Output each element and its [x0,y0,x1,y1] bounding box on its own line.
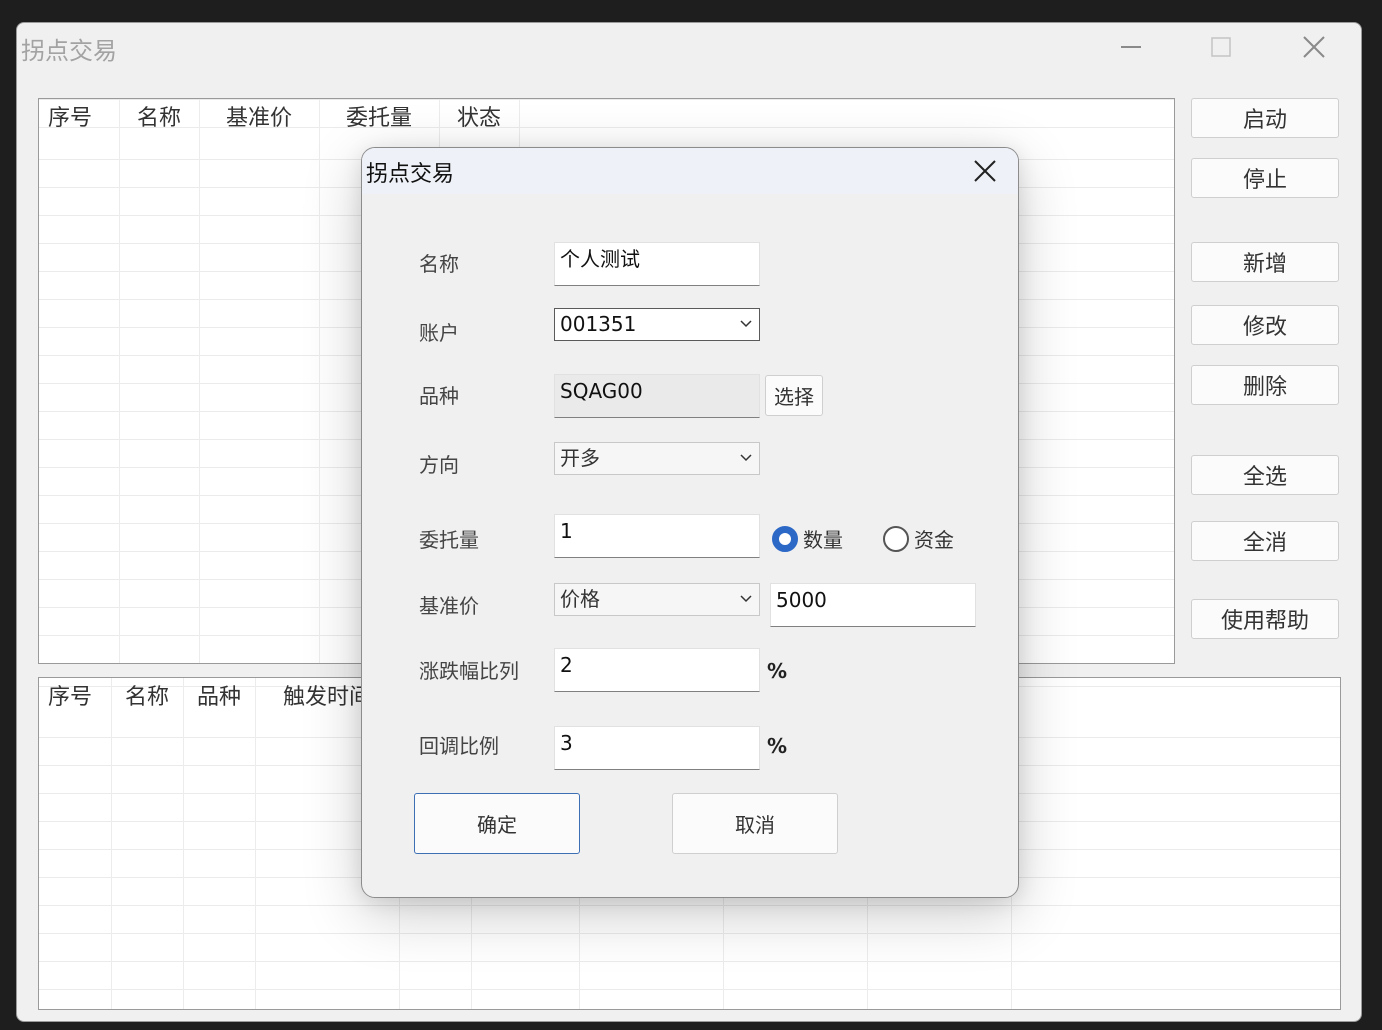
quantity-input[interactable]: 1 [554,514,760,558]
retrace-ratio-unit: % [767,734,788,758]
minimize-icon [1121,46,1141,48]
radio-funds[interactable]: 资金 [883,524,954,553]
base-price-type-value: 价格 [560,587,600,611]
change-ratio-label: 涨跌幅比列 [419,659,519,683]
select-all-button[interactable]: 全选 [1191,455,1339,495]
column-header-name[interactable]: 名称 [119,99,199,132]
retrace-ratio-input[interactable]: 3 [554,726,760,770]
deselect-all-button[interactable]: 全消 [1191,521,1339,561]
name-label: 名称 [419,252,459,276]
name-input[interactable]: 个人测试 [554,242,760,286]
cancel-button[interactable]: 取消 [672,793,838,854]
column-header-index[interactable]: 序号 [39,99,101,132]
base-price-label: 基准价 [419,594,479,618]
column-header-name[interactable]: 名称 [111,678,183,711]
dialog-titlebar: 拐点交易 [362,148,1018,194]
account-select[interactable]: 001351 [554,308,760,341]
close-icon [1303,36,1325,58]
help-button[interactable]: 使用帮助 [1191,599,1339,639]
dialog-title: 拐点交易 [366,162,455,187]
base-price-input[interactable]: 5000 [770,583,976,627]
radio-funds-label: 资金 [914,528,954,552]
radio-quantity-label: 数量 [803,528,843,552]
chevron-down-icon [740,595,752,603]
quantity-label: 委托量 [419,528,479,552]
column-header-index[interactable]: 序号 [39,678,101,711]
radio-selected-icon [772,525,798,552]
direction-label: 方向 [419,453,459,477]
delete-button[interactable]: 删除 [1191,365,1339,405]
symbol-label: 品种 [419,384,459,408]
radio-quantity[interactable]: 数量 [772,524,843,553]
maximize-icon [1211,37,1231,57]
start-button[interactable]: 启动 [1191,98,1339,138]
add-button[interactable]: 新增 [1191,242,1339,282]
retrace-ratio-label: 回调比例 [419,734,499,758]
choose-symbol-button[interactable]: 选择 [765,375,823,416]
direction-select[interactable]: 开多 [554,442,760,475]
chevron-down-icon [740,320,752,328]
direction-value: 开多 [560,446,600,470]
column-header-quantity[interactable]: 委托量 [319,99,439,132]
change-ratio-unit: % [767,659,788,683]
ok-button[interactable]: 确定 [414,793,580,854]
column-header-status[interactable]: 状态 [439,99,519,132]
account-label: 账户 [419,321,459,345]
column-header-symbol[interactable]: 品种 [183,678,255,711]
close-button[interactable] [1291,31,1337,63]
maximize-button[interactable] [1198,31,1244,63]
account-value: 001351 [560,312,637,336]
window-title: 拐点交易 [21,37,117,65]
stop-button[interactable]: 停止 [1191,158,1339,198]
radio-unselected-icon [883,525,909,552]
base-price-type-select[interactable]: 价格 [554,583,760,616]
chevron-down-icon [740,454,752,462]
column-header-base-price[interactable]: 基准价 [199,99,319,132]
minimize-button[interactable] [1108,31,1154,63]
strategy-dialog: 拐点交易 名称 个人测试 账户 001351 品种 SQAG00 选择 方向 开… [361,147,1019,898]
edit-button[interactable]: 修改 [1191,305,1339,345]
symbol-input[interactable]: SQAG00 [554,374,760,418]
close-icon [974,160,996,182]
dialog-close-button[interactable] [962,152,1008,190]
change-ratio-input[interactable]: 2 [554,648,760,692]
